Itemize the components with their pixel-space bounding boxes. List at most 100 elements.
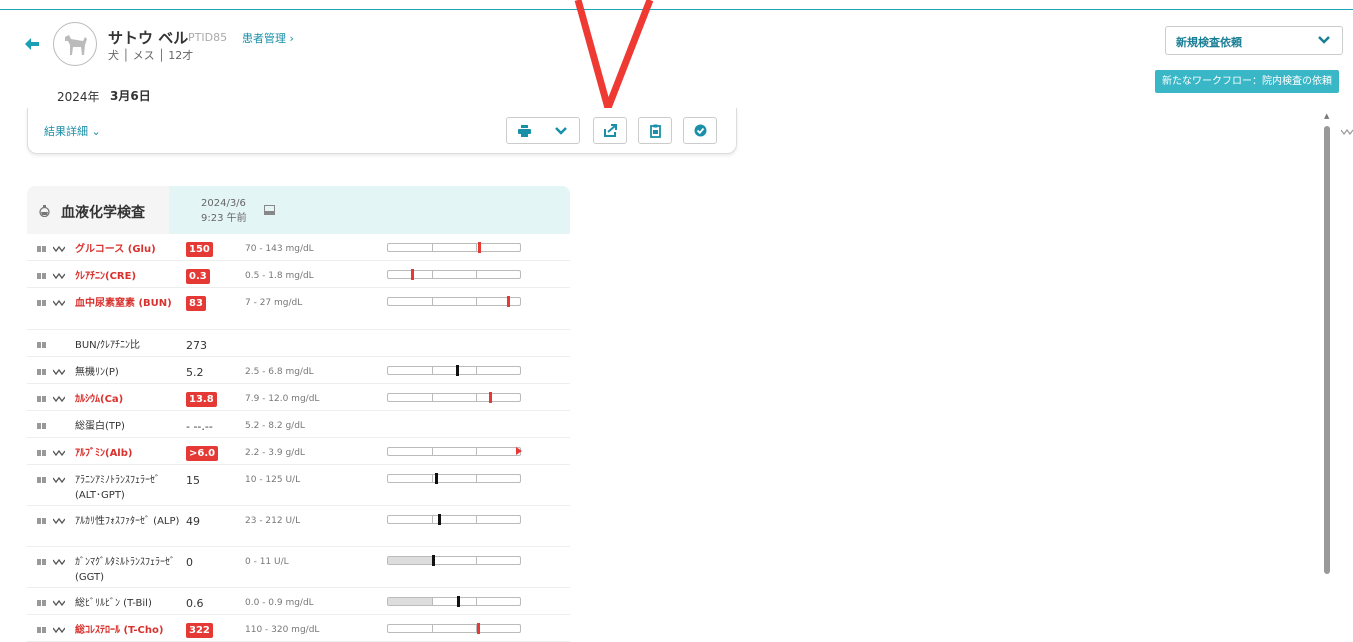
book-icon[interactable] <box>37 396 46 402</box>
result-row[interactable]: グルコース (Glu) 150 70 - 143 mg/dL <box>27 234 570 261</box>
range-divider <box>432 448 433 455</box>
trend-icon[interactable] <box>53 558 65 566</box>
range-divider <box>432 394 433 401</box>
device-icon[interactable] <box>264 205 275 215</box>
result-value: 15 <box>186 474 200 487</box>
range-divider <box>432 625 433 632</box>
order-select[interactable]: 新規検査依頼 <box>1165 26 1343 55</box>
scroll-up-icon[interactable]: ▲ <box>1324 112 1329 120</box>
book-icon[interactable] <box>37 559 46 565</box>
result-row[interactable]: ｱﾙﾌﾞﾐﾝ(Alb) >6.0 2.2 - 3.9 g/dL <box>27 438 570 465</box>
scrollbar-thumb[interactable] <box>1324 126 1330 574</box>
patient-avatar <box>53 22 97 66</box>
result-row[interactable]: BUN/ｸﾚｱﾁﾆﾝ比 273 <box>27 330 570 357</box>
check-circle-icon <box>694 124 707 137</box>
result-row[interactable]: ｸﾚｱﾁﾆﾝ(CRE) 0.3 0.5 - 1.8 mg/dL <box>27 261 570 288</box>
chemistry-panel: 血液化学検査 2024/3/6 9:23 午前 グルコース (Glu) 150 70… <box>27 186 570 642</box>
reference-range: 10 - 125 U/L <box>245 475 301 485</box>
result-name: 血中尿素窒素 (BUN) <box>75 298 172 309</box>
result-row[interactable]: ｶﾞﾝﾏｸﾞﾙﾀﾐﾙﾄﾗﾝｽﾌｪﾗｰｾﾞ(GGT) 0 0 - 11 U/L <box>27 547 570 588</box>
result-marker <box>411 269 414 280</box>
print-options-button[interactable] <box>543 118 580 143</box>
result-detail-toggle[interactable]: 結果詳細 ⌄ <box>44 123 101 139</box>
trend-icon[interactable] <box>53 449 65 457</box>
panel-time: 9:23 午前 <box>201 213 247 224</box>
result-marker <box>478 242 481 253</box>
range-bar <box>387 596 521 607</box>
chevron-down-icon <box>1318 36 1330 44</box>
trend-icon[interactable] <box>53 476 65 484</box>
confirm-button[interactable] <box>683 117 717 144</box>
result-name: ｱﾙﾌﾞﾐﾝ(Alb) <box>75 448 133 459</box>
trend-icon[interactable] <box>53 395 65 403</box>
book-icon[interactable] <box>37 477 46 483</box>
result-marker <box>507 296 510 307</box>
panel-datetime: 2024/3/6 9:23 午前 <box>201 196 247 226</box>
range-bar <box>387 514 521 525</box>
result-name: ｱﾙｶﾘ性ﾌｫｽﾌｧﾀｰｾﾞ (ALP) <box>75 516 180 527</box>
range-divider <box>476 557 477 564</box>
print-button[interactable] <box>507 118 543 143</box>
book-icon[interactable] <box>37 300 46 306</box>
book-icon[interactable] <box>37 273 46 279</box>
range-divider <box>432 598 433 605</box>
book-icon[interactable] <box>37 600 46 606</box>
book-icon[interactable] <box>37 369 46 375</box>
trend-icon[interactable] <box>53 368 65 376</box>
reference-range: 23 - 212 U/L <box>245 516 301 526</box>
book-icon[interactable] <box>37 450 46 456</box>
result-row[interactable]: 血中尿素窒素 (BUN) 83 7 - 27 mg/dL <box>27 288 570 330</box>
dog-icon <box>65 35 87 55</box>
book-icon[interactable] <box>37 246 46 252</box>
result-value: - --.-- <box>186 420 213 433</box>
trend-icon[interactable] <box>53 299 65 307</box>
book-icon[interactable] <box>37 342 46 348</box>
result-marker <box>477 623 480 634</box>
trend-icon[interactable] <box>53 626 65 634</box>
result-row[interactable]: 無機ﾘﾝ(P) 5.2 2.5 - 6.8 mg/dL <box>27 357 570 384</box>
trend-icon[interactable] <box>53 599 65 607</box>
flask-icon <box>39 205 50 217</box>
new-workflow-button[interactable]: 新たなワークフロー：院内検査の依頼 <box>1155 70 1339 93</box>
panel-date-cell: 2024/3/6 9:23 午前 <box>169 186 570 234</box>
panel-header: 血液化学検査 2024/3/6 9:23 午前 <box>27 186 570 234</box>
tab-year[interactable]: 2024年 <box>57 88 100 105</box>
result-row[interactable]: ｱﾗﾆﾝｱﾐﾉﾄﾗﾝｽﾌｪﾗｰｾﾞ (ALT･GPT) 15 10 - 125 U/… <box>27 465 570 506</box>
range-divider <box>476 244 477 251</box>
result-row[interactable]: ｶﾙｼｳﾑ(Ca) 13.8 7.9 - 12.0 mg/dL <box>27 384 570 411</box>
range-divider <box>432 244 433 251</box>
trend-icon[interactable] <box>53 517 65 525</box>
range-divider <box>432 475 433 482</box>
result-value-badge: >6.0 <box>186 446 219 461</box>
patient-manage-link[interactable]: 患者管理 › <box>242 30 294 46</box>
range-divider <box>476 367 477 374</box>
reference-range: 7 - 27 mg/dL <box>245 298 303 308</box>
scrollbar[interactable]: ▲ <box>1322 112 1332 632</box>
result-name: 総ﾋﾞﾘﾙﾋﾞﾝ (T-Bil) <box>75 598 152 609</box>
result-row[interactable]: ｱﾙｶﾘ性ﾌｫｽﾌｧﾀｰｾﾞ (ALP) 49 23 - 212 U/L <box>27 506 570 547</box>
range-divider <box>476 598 477 605</box>
back-arrow-icon[interactable] <box>24 36 40 52</box>
result-value-badge: 150 <box>186 242 213 257</box>
result-value: 0 <box>186 556 193 569</box>
book-icon[interactable] <box>37 518 46 524</box>
book-icon[interactable] <box>37 627 46 633</box>
over-range-arrow-icon <box>516 447 522 455</box>
book-icon[interactable] <box>37 423 46 429</box>
reference-range: 110 - 320 mg/dL <box>245 625 320 635</box>
result-row[interactable]: 総ｺﾚｽﾃﾛｰﾙ (T-Cho) 322 110 - 320 mg/dL <box>27 615 570 642</box>
clipboard-button[interactable] <box>638 117 672 144</box>
range-bar <box>387 269 521 280</box>
reference-range: 5.2 - 8.2 g/dL <box>245 421 305 431</box>
result-row[interactable]: 総蛋白(TP) - --.-- 5.2 - 8.2 g/dL <box>27 411 570 438</box>
order-select-value: 新規検査依頼 <box>1176 36 1242 49</box>
range-divider <box>476 298 477 305</box>
reference-range: 0 - 11 U/L <box>245 557 289 567</box>
share-button[interactable] <box>593 117 627 144</box>
result-row[interactable]: 総ﾋﾞﾘﾙﾋﾞﾝ (T-Bil) 0.6 0.0 - 0.9 mg/dL <box>27 588 570 615</box>
range-fill <box>388 598 433 605</box>
trend-icon[interactable] <box>1341 128 1353 136</box>
trend-icon[interactable] <box>53 272 65 280</box>
trend-icon[interactable] <box>53 245 65 253</box>
result-name: BUN/ｸﾚｱﾁﾆﾝ比 <box>75 340 141 351</box>
